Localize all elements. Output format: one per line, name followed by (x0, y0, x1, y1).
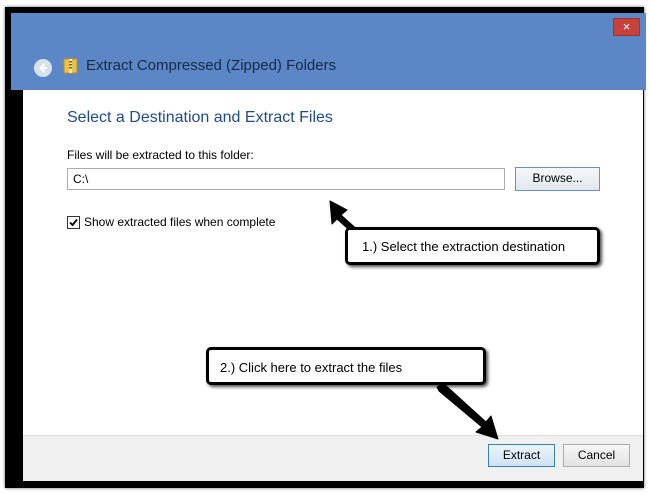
annotation-callout-1: 1.) Select the extraction destination (345, 227, 600, 265)
annotation-callout-2: 2.) Click here to extract the files (206, 347, 486, 385)
callout-2-arrow (436, 382, 499, 440)
